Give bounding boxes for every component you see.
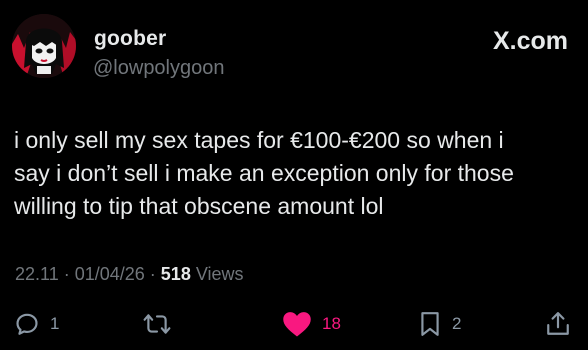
- avatar-image: [12, 14, 76, 78]
- tweet-date[interactable]: 01/04/26: [75, 264, 145, 284]
- bookmark-icon: [421, 312, 439, 336]
- repost-button[interactable]: [143, 310, 171, 338]
- reply-button[interactable]: 1: [14, 310, 59, 338]
- heart-icon: [283, 312, 311, 337]
- bookmark-count: 2: [452, 314, 462, 333]
- meta-separator: ·: [58, 264, 75, 284]
- share-icon: [547, 312, 569, 335]
- avatar[interactable]: [12, 14, 76, 78]
- reply-icon: [16, 313, 38, 335]
- author-handle[interactable]: @lowpolygoon: [93, 57, 225, 80]
- meta-separator: ·: [144, 264, 161, 284]
- author-display-name[interactable]: goober: [94, 27, 166, 51]
- tweet-text: i only sell my sex tapes for €100-€200 s…: [14, 127, 514, 219]
- bookmark-button[interactable]: 2: [418, 310, 461, 338]
- reply-count: 1: [50, 314, 60, 333]
- x-logo-brand: X.com: [492, 27, 568, 55]
- like-button[interactable]: 18: [282, 310, 341, 338]
- tweet-meta: 22.11 · 01/04/26 · 518 Views: [15, 264, 244, 285]
- views-count: 518: [160, 264, 191, 284]
- tweet-time[interactable]: 22.11: [15, 264, 59, 284]
- like-count: 18: [322, 314, 341, 333]
- views-label: Views: [190, 264, 244, 284]
- repost-icon: [143, 314, 171, 334]
- share-button[interactable]: [546, 310, 570, 338]
